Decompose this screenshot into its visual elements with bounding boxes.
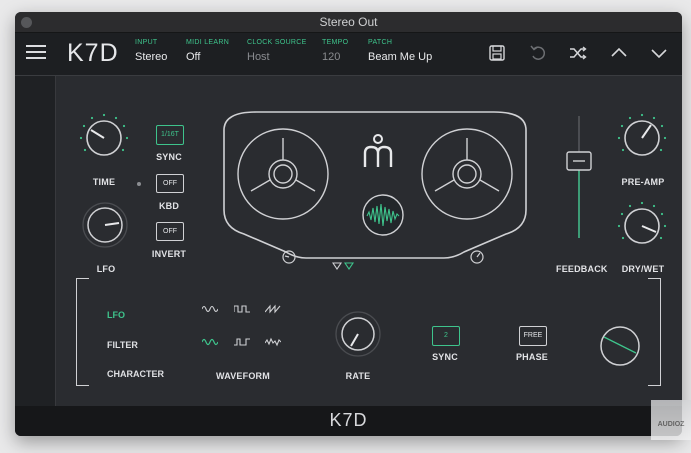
lfo-sync-label: SYNC <box>432 352 458 362</box>
input-selector[interactable]: INPUT Stereo <box>135 39 167 63</box>
kbd-toggle[interactable]: OFF <box>156 174 184 193</box>
patch-selector[interactable]: PATCH Beam Me Up <box>368 39 432 63</box>
invert-toggle[interactable]: OFF <box>156 222 184 241</box>
lfo-sync-button[interactable]: 2 <box>432 326 460 346</box>
patch-value: Beam Me Up <box>368 51 433 63</box>
input-label: INPUT <box>135 39 158 46</box>
input-value: Stereo <box>135 51 168 63</box>
tempo-field[interactable]: TEMPO 120 <box>322 39 348 63</box>
patch-label: PATCH <box>368 39 393 46</box>
tempo-label: TEMPO <box>322 39 349 46</box>
rate-label: RATE <box>345 371 371 381</box>
right-trim-dial[interactable] <box>470 250 484 264</box>
tape-speed-arrows-icon[interactable] <box>331 257 356 270</box>
kbd-indicator-dot <box>137 182 141 186</box>
clock-source-label: CLOCK SOURCE <box>247 39 307 46</box>
pre-amp-knob[interactable] <box>616 111 668 163</box>
lower-panel-bracket-left <box>76 278 89 386</box>
plugin-window: Stereo Out K7D INPUT Stereo MIDI LEARN O… <box>15 12 682 436</box>
footer-plugin-name: K7D <box>329 410 368 430</box>
tape-deck-display <box>206 100 544 274</box>
undo-icon[interactable] <box>528 43 548 63</box>
window-title: Stereo Out <box>319 15 378 29</box>
tab-filter[interactable]: FILTER <box>107 340 138 350</box>
title-bar: Stereo Out <box>15 12 682 33</box>
sync-label: SYNC <box>156 152 182 162</box>
plugin-footer: K7D <box>15 406 682 436</box>
tempo-value: 120 <box>322 51 341 63</box>
midi-learn-label: MIDI LEARN <box>186 39 230 46</box>
waveform-label: WAVEFORM <box>216 371 270 381</box>
kbd-label: KBD <box>158 201 180 211</box>
phase-label: PHASE <box>515 352 548 362</box>
feedback-slider[interactable] <box>566 114 592 240</box>
left-sidebar <box>15 76 56 406</box>
sine-wave-selected-icon[interactable] <box>201 334 219 346</box>
time-knob[interactable] <box>78 111 130 163</box>
shuffle-icon[interactable] <box>568 43 588 63</box>
saw-wave-icon[interactable] <box>264 301 281 314</box>
chevron-down-icon[interactable] <box>649 43 669 63</box>
invert-label: INVERT <box>151 249 187 259</box>
plugin-header: K7D INPUT Stereo MIDI LEARN Off CLOCK SO… <box>15 33 682 76</box>
clock-source-value: Host <box>247 51 270 63</box>
signal-scope <box>362 194 404 236</box>
brand-logo-icon <box>361 133 395 169</box>
chevron-up-icon[interactable] <box>609 43 629 63</box>
lfo-knob-label: LFO <box>96 264 116 274</box>
main-panel: TIME 1/16T SYNC OFF KBD OFF INVERT LFO F… <box>56 76 682 406</box>
phase-dial[interactable] <box>598 324 642 368</box>
lower-panel-bracket-right <box>648 278 661 386</box>
clock-source-selector[interactable]: CLOCK SOURCE Host <box>247 39 307 63</box>
lfo-amount-knob[interactable] <box>80 200 130 250</box>
pre-amp-label: PRE-AMP <box>621 177 665 187</box>
menu-icon[interactable] <box>26 44 46 60</box>
pulse-wave-icon[interactable] <box>234 334 250 346</box>
dry-wet-knob[interactable] <box>616 199 668 251</box>
feedback-label: FEEDBACK <box>556 264 608 274</box>
sine-wave-icon[interactable] <box>201 301 219 313</box>
plugin-logo: K7D <box>67 39 119 67</box>
time-label: TIME <box>92 177 116 187</box>
midi-learn-value: Off <box>186 51 201 63</box>
midi-learn-selector[interactable]: MIDI LEARN Off <box>186 39 229 63</box>
tab-lfo[interactable]: LFO <box>107 310 125 320</box>
tab-character[interactable]: CHARACTER <box>107 369 164 379</box>
left-trim-dial[interactable] <box>282 250 296 264</box>
sync-division-button[interactable]: 1/16T <box>156 125 184 145</box>
square-wave-icon[interactable] <box>233 301 250 313</box>
rate-knob[interactable] <box>334 310 382 358</box>
random-wave-icon[interactable] <box>264 334 282 347</box>
watermark-logo: AUDIOZ <box>651 400 691 440</box>
dry-wet-label: DRY/WET <box>621 264 665 274</box>
phase-button[interactable]: FREE <box>519 326 547 346</box>
save-icon[interactable] <box>487 43 507 63</box>
